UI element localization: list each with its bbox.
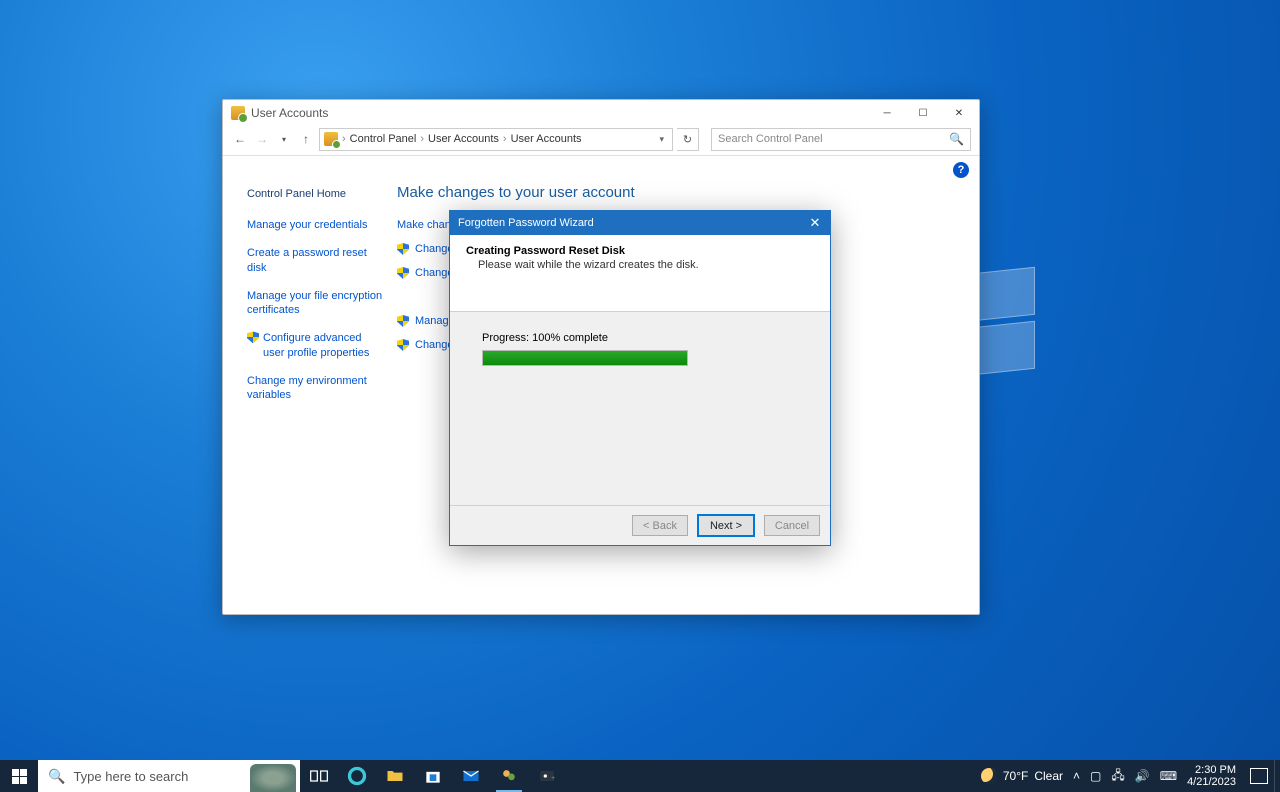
next-button[interactable]: Next >: [698, 515, 754, 536]
sidebar-link-env-vars[interactable]: Change my environment variables: [247, 374, 383, 403]
address-bar[interactable]: › Control Panel › User Accounts › User A…: [319, 128, 673, 151]
shield-icon: [397, 339, 409, 351]
show-desktop-button[interactable]: [1274, 760, 1280, 792]
taskbar-clock[interactable]: 2:30 PM 4/21/2023: [1187, 764, 1240, 788]
weather-temp: 70°F: [1003, 769, 1028, 783]
taskbar: 🔍 Type here to search + 70°F Clea: [0, 760, 1280, 792]
cancel-button: Cancel: [764, 515, 820, 536]
nav-row: ← → ▾ ↑ › Control Panel › User Accounts …: [223, 126, 979, 156]
breadcrumb-seg[interactable]: User Accounts: [428, 133, 499, 145]
breadcrumb-seg[interactable]: User Accounts: [511, 133, 582, 145]
folder-icon: [385, 766, 405, 786]
taskbar-app-controlpanel[interactable]: [490, 760, 528, 792]
maximize-button[interactable]: ☐: [905, 101, 941, 126]
taskbar-weather[interactable]: 70°F Clear: [981, 768, 1063, 784]
task-view-button[interactable]: [300, 760, 338, 792]
back-button[interactable]: ←: [231, 130, 249, 148]
page-heading: Make changes to your user account: [397, 184, 959, 201]
store-icon: [423, 766, 443, 786]
window-title: User Accounts: [251, 106, 328, 120]
action-center-icon[interactable]: [1250, 768, 1268, 784]
wizard-footer: < Back Next > Cancel: [450, 505, 830, 545]
user-accounts-icon: [231, 106, 245, 120]
taskbar-search[interactable]: 🔍 Type here to search: [38, 760, 300, 792]
taskbar-app-explorer[interactable]: [376, 760, 414, 792]
progress-fill: [483, 351, 687, 365]
system-tray: 70°F Clear ˄ ▢ 🖧 🔊 ⌨ 2:30 PM 4/21/2023: [975, 760, 1274, 792]
wizard-header: Creating Password Reset Disk Please wait…: [450, 235, 830, 312]
taskbar-app-store[interactable]: [414, 760, 452, 792]
taskbar-app-photos[interactable]: +: [528, 760, 566, 792]
back-button: < Back: [632, 515, 688, 536]
wizard-heading: Creating Password Reset Disk: [466, 245, 814, 257]
wizard-body: Progress: 100% complete: [450, 312, 830, 366]
wizard-titlebar[interactable]: Forgotten Password Wizard ✕: [450, 211, 830, 235]
network-icon[interactable]: 🖧: [1111, 766, 1124, 787]
search-input[interactable]: Search Control Panel 🔍: [711, 128, 971, 151]
ime-icon[interactable]: ⌨: [1160, 769, 1177, 783]
edge-icon: [347, 766, 367, 786]
taskbar-app-mail[interactable]: [452, 760, 490, 792]
tray-overflow-icon[interactable]: ˄: [1073, 769, 1080, 783]
forgotten-password-wizard: Forgotten Password Wizard ✕ Creating Pas…: [449, 210, 831, 546]
sidebar-home-link[interactable]: Control Panel Home: [247, 188, 383, 200]
weather-desc: Clear: [1034, 769, 1063, 783]
sidebar-link-credentials[interactable]: Manage your credentials: [247, 218, 383, 232]
mail-icon: [461, 766, 481, 786]
wizard-subheading: Please wait while the wizard creates the…: [466, 259, 814, 271]
progress-bar: [482, 350, 688, 366]
breadcrumb-seg[interactable]: Control Panel: [350, 133, 417, 145]
moon-icon: [981, 768, 997, 784]
taskbar-app-edge[interactable]: [338, 760, 376, 792]
sidebar-link-encryption[interactable]: Manage your file encryption certificates: [247, 289, 383, 318]
up-button[interactable]: ↑: [297, 130, 315, 148]
search-placeholder: Type here to search: [73, 769, 188, 784]
clock-time: 2:30 PM: [1187, 764, 1236, 776]
shield-icon: [247, 331, 259, 343]
wizard-close-button[interactable]: ✕: [800, 211, 830, 235]
user-accounts-icon: [499, 766, 519, 786]
volume-icon[interactable]: 🔊: [1135, 769, 1150, 783]
shield-icon: [397, 315, 409, 327]
task-view-icon: [309, 766, 329, 786]
sidebar-link-reset-disk[interactable]: Create a password reset disk: [247, 246, 383, 275]
meet-now-icon[interactable]: ▢: [1090, 769, 1101, 783]
wizard-title: Forgotten Password Wizard: [458, 217, 594, 229]
search-highlight-image: [250, 764, 296, 792]
svg-text:+: +: [551, 775, 555, 782]
clock-date: 4/21/2023: [1187, 776, 1236, 788]
shield-icon: [397, 243, 409, 255]
recent-dropdown[interactable]: ▾: [275, 130, 293, 148]
windows-logo-icon: [12, 769, 27, 784]
addr-icon: [324, 132, 338, 146]
start-button[interactable]: [0, 760, 38, 792]
sidebar-link-profile[interactable]: Configure advanced user profile properti…: [247, 331, 383, 360]
search-icon: 🔍: [48, 768, 65, 785]
minimize-button[interactable]: ─: [869, 101, 905, 126]
refresh-button[interactable]: ↻: [677, 128, 699, 151]
addr-dropdown-icon[interactable]: ▾: [655, 134, 668, 145]
help-icon[interactable]: ?: [953, 162, 969, 178]
sidebar: Control Panel Home Manage your credentia…: [243, 184, 393, 417]
titlebar[interactable]: User Accounts ─ ☐ ✕: [223, 100, 979, 126]
close-button[interactable]: ✕: [941, 101, 977, 126]
progress-label: Progress: 100% complete: [482, 332, 798, 344]
search-icon[interactable]: 🔍: [949, 132, 964, 146]
forward-button[interactable]: →: [253, 130, 271, 148]
photos-icon: +: [537, 766, 557, 786]
search-placeholder: Search Control Panel: [718, 133, 949, 145]
shield-icon: [397, 267, 409, 279]
